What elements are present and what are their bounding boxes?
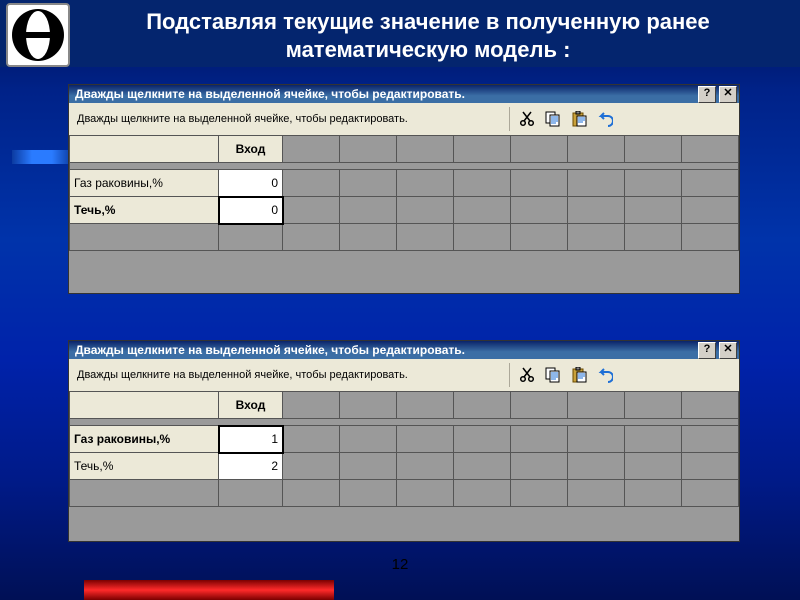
decorative-red-bar [84, 580, 334, 600]
table-row: Газ раковины,%0 [70, 170, 739, 197]
table-row: Течь,%2 [70, 453, 739, 480]
spacer-row [70, 419, 739, 426]
panel-2-titlebar: Дважды щелкните на выделенной ячейке, чт… [69, 341, 739, 359]
slide-number: 12 [0, 556, 800, 573]
row-label: Течь,% [70, 453, 219, 480]
panel-2-toolbar-text: Дважды щелкните на выделенной ячейке, чт… [77, 369, 497, 381]
close-button[interactable]: ✕ [719, 86, 737, 103]
row-value[interactable]: 1 [219, 426, 283, 453]
copy-icon[interactable] [544, 110, 562, 128]
close-button[interactable]: ✕ [719, 342, 737, 359]
table-row [70, 480, 739, 507]
slide-header: Подставляя текущие значение в полученную… [0, 0, 800, 67]
row-value[interactable]: 2 [219, 453, 283, 480]
help-button[interactable]: ? [698, 86, 716, 103]
panel-2-grid: Вход Газ раковины,%1 Течь,%2 [69, 391, 739, 541]
slide-title: Подставляя текущие значение в полученную… [76, 0, 800, 63]
logo-icon [6, 3, 70, 67]
panel-1-titlebar: Дважды щелкните на выделенной ячейке, чт… [69, 85, 739, 103]
paste-icon[interactable] [570, 110, 588, 128]
panel-2-title: Дважды щелкните на выделенной ячейке, чт… [75, 343, 465, 357]
table-header-row: Вход [70, 392, 739, 419]
panel-1-toolbar: Дважды щелкните на выделенной ячейке, чт… [69, 103, 739, 136]
table-header-row: Вход [70, 136, 739, 163]
spacer-row [70, 163, 739, 170]
row-value[interactable]: 0 [219, 197, 283, 224]
undo-icon[interactable] [596, 110, 614, 128]
row-label: Газ раковины,% [70, 170, 219, 197]
row-label: Течь,% [70, 197, 219, 224]
cut-icon[interactable] [518, 110, 536, 128]
panel-2-toolbar: Дважды щелкните на выделенной ячейке, чт… [69, 359, 739, 392]
panel-1-grid: Вход Газ раковины,%0 Течь,%0 [69, 135, 739, 293]
panel-1-toolbar-text: Дважды щелкните на выделенной ячейке, чт… [77, 113, 497, 125]
row-value[interactable]: 0 [219, 170, 283, 197]
cut-icon[interactable] [518, 366, 536, 384]
col-header: Вход [219, 392, 283, 419]
table-row [70, 224, 739, 251]
undo-icon[interactable] [596, 366, 614, 384]
help-button[interactable]: ? [698, 342, 716, 359]
paste-icon[interactable] [570, 366, 588, 384]
row-label: Газ раковины,% [70, 426, 219, 453]
panel-1: Дважды щелкните на выделенной ячейке, чт… [68, 84, 740, 294]
table-row: Газ раковины,%1 [70, 426, 739, 453]
panel-1-title: Дважды щелкните на выделенной ячейке, чт… [75, 87, 465, 101]
copy-icon[interactable] [544, 366, 562, 384]
panel-2: Дважды щелкните на выделенной ячейке, чт… [68, 340, 740, 542]
table-row: Течь,%0 [70, 197, 739, 224]
col-header: Вход [219, 136, 283, 163]
decorative-bar [12, 150, 72, 164]
